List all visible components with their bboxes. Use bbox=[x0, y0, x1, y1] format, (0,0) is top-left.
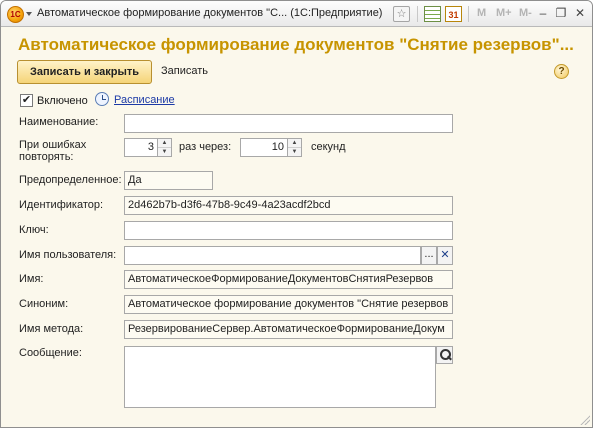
key-field[interactable] bbox=[124, 221, 453, 240]
stepper-down-icon[interactable]: ▼ bbox=[288, 148, 301, 157]
retry-label-line1: При ошибках bbox=[19, 139, 87, 151]
stepper-up-icon[interactable]: ▲ bbox=[288, 139, 301, 148]
enabled-label: Включено bbox=[37, 95, 88, 107]
user-field[interactable] bbox=[124, 246, 421, 265]
retry-seconds-label: секунд bbox=[311, 141, 346, 153]
restore-icon[interactable]: ❐ bbox=[552, 5, 570, 22]
close-icon[interactable]: ✕ bbox=[571, 5, 589, 22]
form-window: 1С Автоматическое формирование документо… bbox=[0, 0, 593, 428]
form-heading: Автоматическое формирование документов "… bbox=[18, 35, 574, 54]
retry-count-field[interactable]: 3 bbox=[124, 138, 158, 157]
id-label: Идентификатор: bbox=[19, 199, 104, 211]
app-logo-icon[interactable]: 1С bbox=[7, 6, 24, 23]
choose-user-button[interactable]: ... bbox=[421, 246, 437, 265]
favorite-star-icon[interactable]: ☆ bbox=[393, 6, 410, 22]
spreadsheet-icon[interactable] bbox=[424, 6, 441, 22]
stepper-down-icon[interactable]: ▼ bbox=[158, 148, 171, 157]
key-label: Ключ: bbox=[19, 224, 49, 236]
method-label: Имя метода: bbox=[19, 323, 84, 335]
clock-icon bbox=[95, 92, 109, 106]
retry-label-line2: повторять: bbox=[19, 151, 74, 163]
app-menu-arrow-icon[interactable] bbox=[26, 12, 32, 16]
toolbar-separator bbox=[417, 6, 418, 22]
minimize-icon[interactable]: – bbox=[534, 5, 552, 22]
clear-icon[interactable]: ✕ bbox=[437, 246, 453, 265]
user-label: Имя пользователя: bbox=[19, 249, 117, 261]
id-field: 2d462b7b-d3f6-47b8-9c49-4a23acdf2bcd bbox=[124, 196, 453, 215]
toolbar-separator bbox=[468, 6, 469, 22]
retry-interval-field[interactable]: 10 bbox=[240, 138, 288, 157]
resize-grip[interactable] bbox=[580, 415, 590, 425]
search-icon[interactable] bbox=[436, 346, 453, 364]
job-name-label: Имя: bbox=[19, 273, 44, 285]
retry-times-label: раз через: bbox=[179, 141, 232, 153]
window-title: Автоматическое формирование документов "… bbox=[37, 7, 383, 19]
name-label: Наименование: bbox=[19, 116, 99, 128]
predefined-field: Да bbox=[124, 171, 213, 190]
predefined-label: Предопределенное: bbox=[19, 174, 122, 186]
save-and-close-button[interactable]: Записать и закрыть bbox=[17, 60, 152, 84]
memory-m-button[interactable]: M bbox=[477, 7, 486, 19]
name-field[interactable] bbox=[124, 114, 453, 133]
save-button[interactable]: Записать bbox=[161, 65, 208, 77]
title-bar: 1С Автоматическое формирование документо… bbox=[1, 1, 592, 27]
memory-m-minus-button[interactable]: M- bbox=[519, 7, 532, 19]
synonym-field: Автоматическое формирование документов "… bbox=[124, 295, 453, 314]
message-field[interactable] bbox=[124, 346, 436, 408]
calendar-icon[interactable]: 31 bbox=[445, 6, 462, 22]
retry-count-stepper[interactable]: ▲ ▼ bbox=[158, 138, 172, 157]
help-icon[interactable]: ? bbox=[554, 64, 569, 79]
schedule-link[interactable]: Расписание bbox=[114, 94, 175, 106]
stepper-up-icon[interactable]: ▲ bbox=[158, 139, 171, 148]
enabled-checkbox[interactable]: ✔ bbox=[20, 94, 33, 107]
job-name-field: АвтоматическоеФормированиеДокументовСнят… bbox=[124, 270, 453, 289]
synonym-label: Синоним: bbox=[19, 298, 69, 310]
method-field: РезервированиеСервер.АвтоматическоеФорми… bbox=[124, 320, 453, 339]
memory-m-plus-button[interactable]: M+ bbox=[496, 7, 512, 19]
retry-interval-stepper[interactable]: ▲ ▼ bbox=[288, 138, 302, 157]
message-label: Сообщение: bbox=[19, 347, 82, 359]
